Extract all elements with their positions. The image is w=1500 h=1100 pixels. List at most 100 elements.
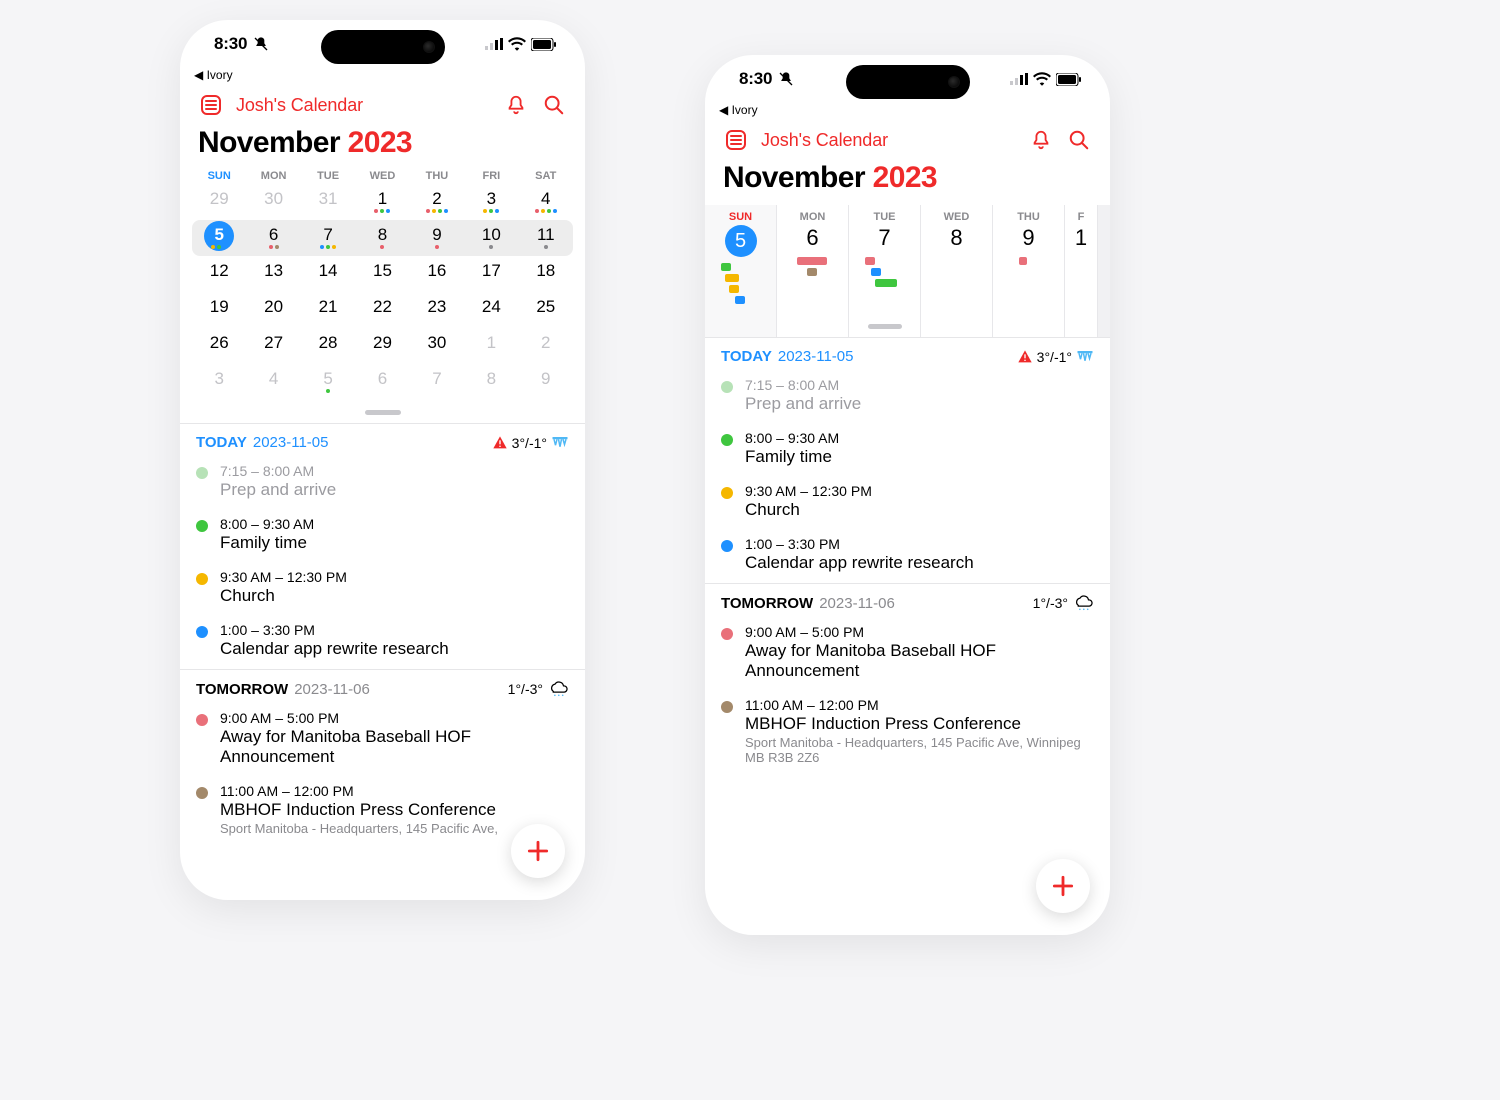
day-cell[interactable]: 17	[464, 256, 518, 292]
day-cell[interactable]: 24	[464, 292, 518, 328]
event-row[interactable]: 11:00 AM – 12:00 PMMBHOF Induction Press…	[705, 691, 1110, 775]
event-row[interactable]: 9:00 AM – 5:00 PMAway for Manitoba Baseb…	[705, 618, 1110, 691]
day-cell[interactable]: 30	[246, 184, 300, 220]
day-cell[interactable]: 20	[246, 292, 300, 328]
day-cell[interactable]: 5	[192, 220, 246, 256]
day-number: 29	[210, 190, 229, 207]
drag-handle[interactable]	[868, 324, 902, 329]
weekday-header: SUNMONTUEWEDTHUFRISAT	[180, 170, 585, 182]
day-cell[interactable]: 3	[192, 364, 246, 400]
day-cell[interactable]: 23	[410, 292, 464, 328]
drag-handle[interactable]	[365, 410, 401, 415]
event-dots	[435, 245, 439, 250]
day-cell[interactable]: 6	[355, 364, 409, 400]
event-row[interactable]: 7:15 – 8:00 AMPrep and arrive	[705, 371, 1110, 424]
event-color-dot	[721, 628, 733, 640]
dynamic-island	[321, 30, 445, 64]
event-row[interactable]: 1:00 – 3:30 PMCalendar app rewrite resea…	[705, 530, 1110, 583]
search-icon[interactable]	[541, 92, 567, 118]
calendars-list-icon[interactable]	[198, 92, 224, 118]
day-cell[interactable]: 26	[192, 328, 246, 364]
day-cell[interactable]: 31	[301, 184, 355, 220]
weather-badge[interactable]: 1°/-3°	[1033, 594, 1094, 612]
event-time: 7:15 – 8:00 AM	[745, 377, 1094, 393]
month-grid[interactable]: 2930311234567891011121314151617181920212…	[180, 182, 585, 404]
week-day-card[interactable]: WED8	[921, 205, 993, 337]
day-cell[interactable]: 13	[246, 256, 300, 292]
back-to-app[interactable]: ◀ Ivory	[705, 103, 1110, 121]
day-cell[interactable]: 2	[410, 184, 464, 220]
mini-timeline	[849, 257, 920, 301]
weather-badge[interactable]: 3°/-1°	[1017, 349, 1094, 365]
weather-badge[interactable]: 3°/-1°	[492, 435, 569, 451]
notifications-icon[interactable]	[1028, 127, 1054, 153]
day-cell[interactable]: 2	[519, 328, 573, 364]
week-day-card[interactable]: SUN5	[705, 205, 777, 337]
day-cell[interactable]: 11	[519, 220, 573, 256]
event-row[interactable]: 7:15 – 8:00 AMPrep and arrive	[180, 457, 585, 510]
agenda-list[interactable]: TODAY 2023-11-053°/-1°7:15 – 8:00 AMPrep…	[705, 337, 1110, 935]
week-day-card[interactable]: F1	[1065, 205, 1098, 337]
day-cell[interactable]: 15	[355, 256, 409, 292]
day-cell[interactable]: 18	[519, 256, 573, 292]
day-cell[interactable]: 8	[355, 220, 409, 256]
day-cell[interactable]: 29	[192, 184, 246, 220]
event-row[interactable]: 8:00 – 9:30 AMFamily time	[705, 424, 1110, 477]
event-dots	[211, 245, 227, 250]
day-cell[interactable]: 1	[464, 328, 518, 364]
add-event-button[interactable]	[511, 824, 565, 878]
month-title[interactable]: November 2023	[180, 122, 585, 170]
back-to-app[interactable]: ◀ Ivory	[180, 68, 585, 86]
day-cell[interactable]: 19	[192, 292, 246, 328]
day-number: 2	[432, 190, 441, 207]
day-cell[interactable]: 8	[464, 364, 518, 400]
weather-badge[interactable]: 1°/-3°	[508, 680, 569, 698]
day-number: 17	[482, 262, 501, 279]
day-number: 7	[323, 226, 332, 243]
event-title: Church	[220, 586, 569, 606]
event-row[interactable]: 9:30 AM – 12:30 PMChurch	[180, 563, 585, 616]
event-row[interactable]: 1:00 – 3:30 PMCalendar app rewrite resea…	[180, 616, 585, 669]
day-cell[interactable]: 6	[246, 220, 300, 256]
event-row[interactable]: 8:00 – 9:30 AMFamily time	[180, 510, 585, 563]
day-cell[interactable]: 16	[410, 256, 464, 292]
add-event-button[interactable]	[1036, 859, 1090, 913]
section-header: TODAY 2023-11-053°/-1°	[180, 424, 585, 457]
calendar-title[interactable]: Josh's Calendar	[236, 95, 491, 116]
week-strip[interactable]: SUN5MON6TUE7WED8THU9F1	[705, 205, 1110, 337]
event-row[interactable]: 9:00 AM – 5:00 PMAway for Manitoba Baseb…	[180, 704, 585, 777]
day-cell[interactable]: 28	[301, 328, 355, 364]
day-cell[interactable]: 1	[355, 184, 409, 220]
day-cell[interactable]: 12	[192, 256, 246, 292]
day-cell[interactable]: 5	[301, 364, 355, 400]
calendar-title[interactable]: Josh's Calendar	[761, 130, 1016, 151]
section-label: TOMORROW	[721, 595, 813, 612]
month-title[interactable]: November 2023	[705, 157, 1110, 205]
notifications-icon[interactable]	[503, 92, 529, 118]
day-cell[interactable]: 4	[519, 184, 573, 220]
day-cell[interactable]: 9	[410, 220, 464, 256]
week-day-card[interactable]: TUE7	[849, 205, 921, 337]
day-cell[interactable]: 7	[410, 364, 464, 400]
day-cell[interactable]: 21	[301, 292, 355, 328]
day-cell[interactable]: 4	[246, 364, 300, 400]
day-cell[interactable]: 25	[519, 292, 573, 328]
day-cell[interactable]: 27	[246, 328, 300, 364]
day-cell[interactable]: 10	[464, 220, 518, 256]
day-cell[interactable]: 3	[464, 184, 518, 220]
search-icon[interactable]	[1066, 127, 1092, 153]
day-cell[interactable]: 7	[301, 220, 355, 256]
event-row[interactable]: 9:30 AM – 12:30 PMChurch	[705, 477, 1110, 530]
day-cell[interactable]: 14	[301, 256, 355, 292]
day-cell[interactable]: 30	[410, 328, 464, 364]
day-number: 28	[319, 334, 338, 351]
day-cell[interactable]: 9	[519, 364, 573, 400]
day-number: 19	[210, 298, 229, 315]
day-cell[interactable]: 22	[355, 292, 409, 328]
week-day-card[interactable]: MON6	[777, 205, 849, 337]
day-number: 3	[487, 190, 496, 207]
week-day-card[interactable]: THU9	[993, 205, 1065, 337]
calendars-list-icon[interactable]	[723, 127, 749, 153]
day-cell[interactable]: 29	[355, 328, 409, 364]
day-number: 7	[878, 225, 890, 251]
